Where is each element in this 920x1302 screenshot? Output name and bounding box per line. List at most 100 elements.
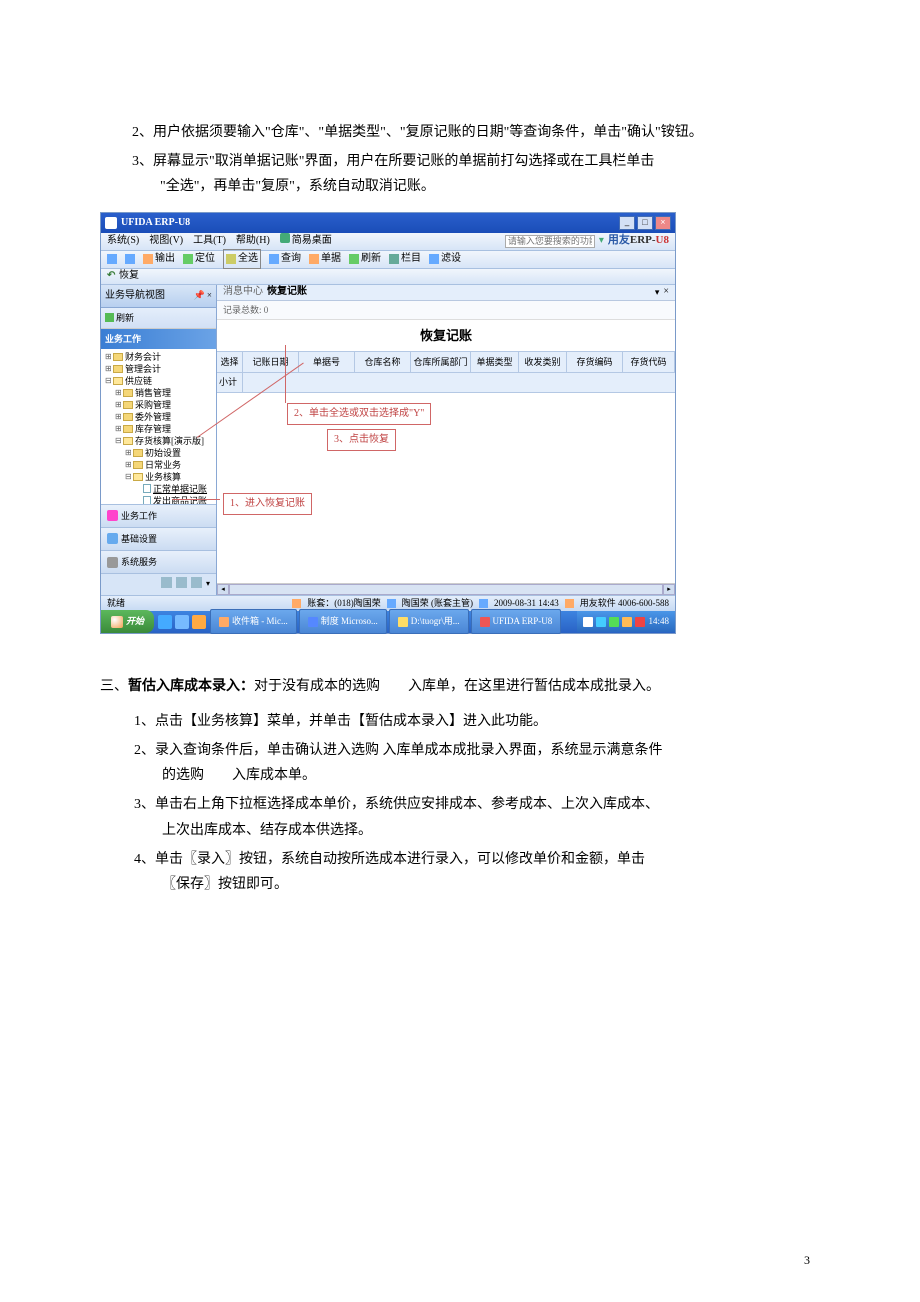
- window-title: UFIDA ERP-U8: [121, 214, 619, 232]
- tool-selectall[interactable]: 全选: [223, 249, 261, 269]
- document-icon: [309, 254, 319, 264]
- pin-icon[interactable]: 📌 ×: [193, 287, 212, 305]
- bottom-tab-service[interactable]: 系统服务: [101, 550, 216, 573]
- col-dept[interactable]: 仓库所属部门: [411, 352, 471, 372]
- tray-shield-icon[interactable]: [635, 617, 645, 627]
- mini-icon-1[interactable]: [161, 577, 172, 588]
- maximize-button[interactable]: □: [637, 216, 653, 230]
- horizontal-scrollbar[interactable]: ◂ ▸: [217, 583, 675, 595]
- taskbar-app-word[interactable]: 制度 Microso...: [299, 609, 387, 633]
- quick-outlook-icon[interactable]: [192, 615, 206, 629]
- quick-desktop-icon[interactable]: [175, 615, 189, 629]
- col-type[interactable]: 单据类型: [471, 352, 519, 372]
- sidebar-bottom-tabs: 业务工作 基础设置 系统服务 ▾: [101, 504, 216, 595]
- bottom-tab-work[interactable]: 业务工作: [101, 504, 216, 527]
- menu-tools[interactable]: 工具(T): [193, 232, 226, 250]
- content-tab-bar: 消息中心 恢复记账 ▾ ×: [217, 285, 675, 301]
- tool-locate[interactable]: 定位: [183, 250, 215, 268]
- close-button[interactable]: ×: [655, 216, 671, 230]
- taskbar-app-inbox[interactable]: 收件箱 - Mic...: [210, 609, 297, 633]
- tree-folder[interactable]: ⊞初始设置: [101, 447, 216, 459]
- refresh-icon: [105, 313, 114, 322]
- tray-icon-3[interactable]: [609, 617, 619, 627]
- tree-folder[interactable]: ⊞委外管理: [101, 411, 216, 423]
- menu-system[interactable]: 系统(S): [107, 232, 139, 250]
- mini-icon-2[interactable]: [176, 577, 187, 588]
- nav-title: 业务导航视图: [105, 287, 165, 305]
- tab-active[interactable]: 恢复记账: [267, 283, 307, 301]
- erp-screenshot: UFIDA ERP-U8 _ □ × 系统(S) 视图(V) 工具(T) 帮助(…: [100, 212, 676, 634]
- menu-help[interactable]: 帮助(H): [236, 232, 270, 250]
- search-dropdown-icon[interactable]: ▾: [599, 232, 604, 250]
- search-input[interactable]: [505, 235, 595, 248]
- tool-refresh[interactable]: 刷新: [349, 250, 381, 268]
- col-select[interactable]: 选择: [217, 352, 243, 372]
- selectall-icon: [226, 254, 236, 264]
- mini-dropdown-icon[interactable]: ▾: [206, 577, 210, 591]
- page-number: 3: [804, 1250, 810, 1272]
- taskbar-app-folder[interactable]: D:\tuogr\用...: [389, 609, 469, 633]
- menu-desktop[interactable]: 简易桌面: [280, 232, 332, 250]
- tray-icon-4[interactable]: [622, 617, 632, 627]
- tree-folder[interactable]: ⊞采购管理: [101, 399, 216, 411]
- scroll-left-icon[interactable]: ◂: [217, 584, 229, 595]
- desktop-icon: [280, 233, 290, 243]
- restore-button[interactable]: 恢复: [119, 267, 139, 285]
- section3-item-4: 4、单击〖录入〗按钮，系统自动按所选成本进行录入，可以修改单价和金额，单击 〖保…: [134, 847, 820, 897]
- tree-folder[interactable]: ⊞库存管理: [101, 423, 216, 435]
- mini-icon-3[interactable]: [191, 577, 202, 588]
- phone-icon: [565, 599, 574, 608]
- tool-column[interactable]: 栏目: [389, 250, 421, 268]
- tree-folder[interactable]: ⊞管理会计: [101, 363, 216, 375]
- tree-folder[interactable]: ⊞财务会计: [101, 351, 216, 363]
- tray-icon-2[interactable]: [596, 617, 606, 627]
- tree-folder[interactable]: ⊞销售管理: [101, 387, 216, 399]
- tree-folder[interactable]: ⊞日常业务: [101, 459, 216, 471]
- records-info: 记录总数: 0: [217, 301, 675, 320]
- tool-preview-icon[interactable]: [125, 254, 135, 264]
- quick-ie-icon[interactable]: [158, 615, 172, 629]
- top-instructions: 2、用户依据须要输入"仓库"、"单据类型"、"复原记账的日期"等查询条件，单击"…: [132, 120, 820, 200]
- menu-view[interactable]: 视图(V): [149, 232, 183, 250]
- windows-logo-icon: [111, 616, 123, 628]
- tool-print-icon[interactable]: [107, 254, 117, 264]
- locate-icon: [183, 254, 193, 264]
- tray-icon-1[interactable]: [583, 617, 593, 627]
- sidebar-refresh[interactable]: 刷新: [101, 308, 216, 329]
- quick-launch: [154, 615, 210, 629]
- tab-dropdown-icon[interactable]: ▾: [655, 284, 660, 300]
- bottom-tab-basic[interactable]: 基础设置: [101, 527, 216, 550]
- basic-icon: [107, 533, 118, 544]
- tree-folder[interactable]: ⊟业务核算: [101, 471, 216, 483]
- tree-leaf[interactable]: 正常单据记账: [101, 483, 216, 495]
- nav-tree: ⊞财务会计⊞管理会计⊟供应链⊞销售管理⊞采购管理⊞委外管理⊞库存管理⊟存货核算[…: [101, 349, 216, 504]
- tool-filter[interactable]: 滤设: [429, 250, 461, 268]
- tool-output[interactable]: 输出: [143, 250, 175, 268]
- col-warehouse[interactable]: 仓库名称: [355, 352, 411, 372]
- section-3-list: 1、点击【业务核算】菜单，并单击【暂估成本录入】进入此功能。 2、录入查询条件后…: [134, 709, 820, 897]
- col-invcode[interactable]: 存货编码: [567, 352, 623, 372]
- minimize-button[interactable]: _: [619, 216, 635, 230]
- start-button[interactable]: 开始: [101, 610, 154, 632]
- annotation-2: 2、单击全选或双击选择成"Y": [287, 403, 431, 425]
- main-menubar: 系统(S) 视图(V) 工具(T) 帮助(H) 简易桌面 ▾ 用友ERP-U8: [101, 233, 675, 251]
- sidebar-task-header[interactable]: 业务工作: [101, 329, 216, 349]
- tab-close-icon[interactable]: ×: [663, 283, 669, 301]
- scroll-right-icon[interactable]: ▸: [663, 584, 675, 595]
- col-docno[interactable]: 单据号: [299, 352, 355, 372]
- scroll-thumb[interactable]: [229, 584, 663, 595]
- col-invid[interactable]: 存货代码: [623, 352, 675, 372]
- ufida-icon: [480, 617, 490, 627]
- taskbar-app-ufida[interactable]: UFIDA ERP-U8: [471, 609, 562, 633]
- annotation-3: 3、点击恢复: [327, 429, 396, 451]
- tool-query[interactable]: 查询: [269, 250, 301, 268]
- tree-folder[interactable]: ⊟供应链: [101, 375, 216, 387]
- word-icon: [308, 617, 318, 627]
- tool-document[interactable]: 单据: [309, 250, 341, 268]
- column-icon: [389, 254, 399, 264]
- refresh-icon: [349, 254, 359, 264]
- section-3-heading: 三、暂估入库成本录入：对于没有成本的选购 入库单，在这里进行暂估成本成批录入。: [100, 674, 820, 699]
- tab-message-center[interactable]: 消息中心: [223, 283, 263, 301]
- col-category[interactable]: 收发类别: [519, 352, 567, 372]
- col-date[interactable]: 记账日期: [243, 352, 299, 372]
